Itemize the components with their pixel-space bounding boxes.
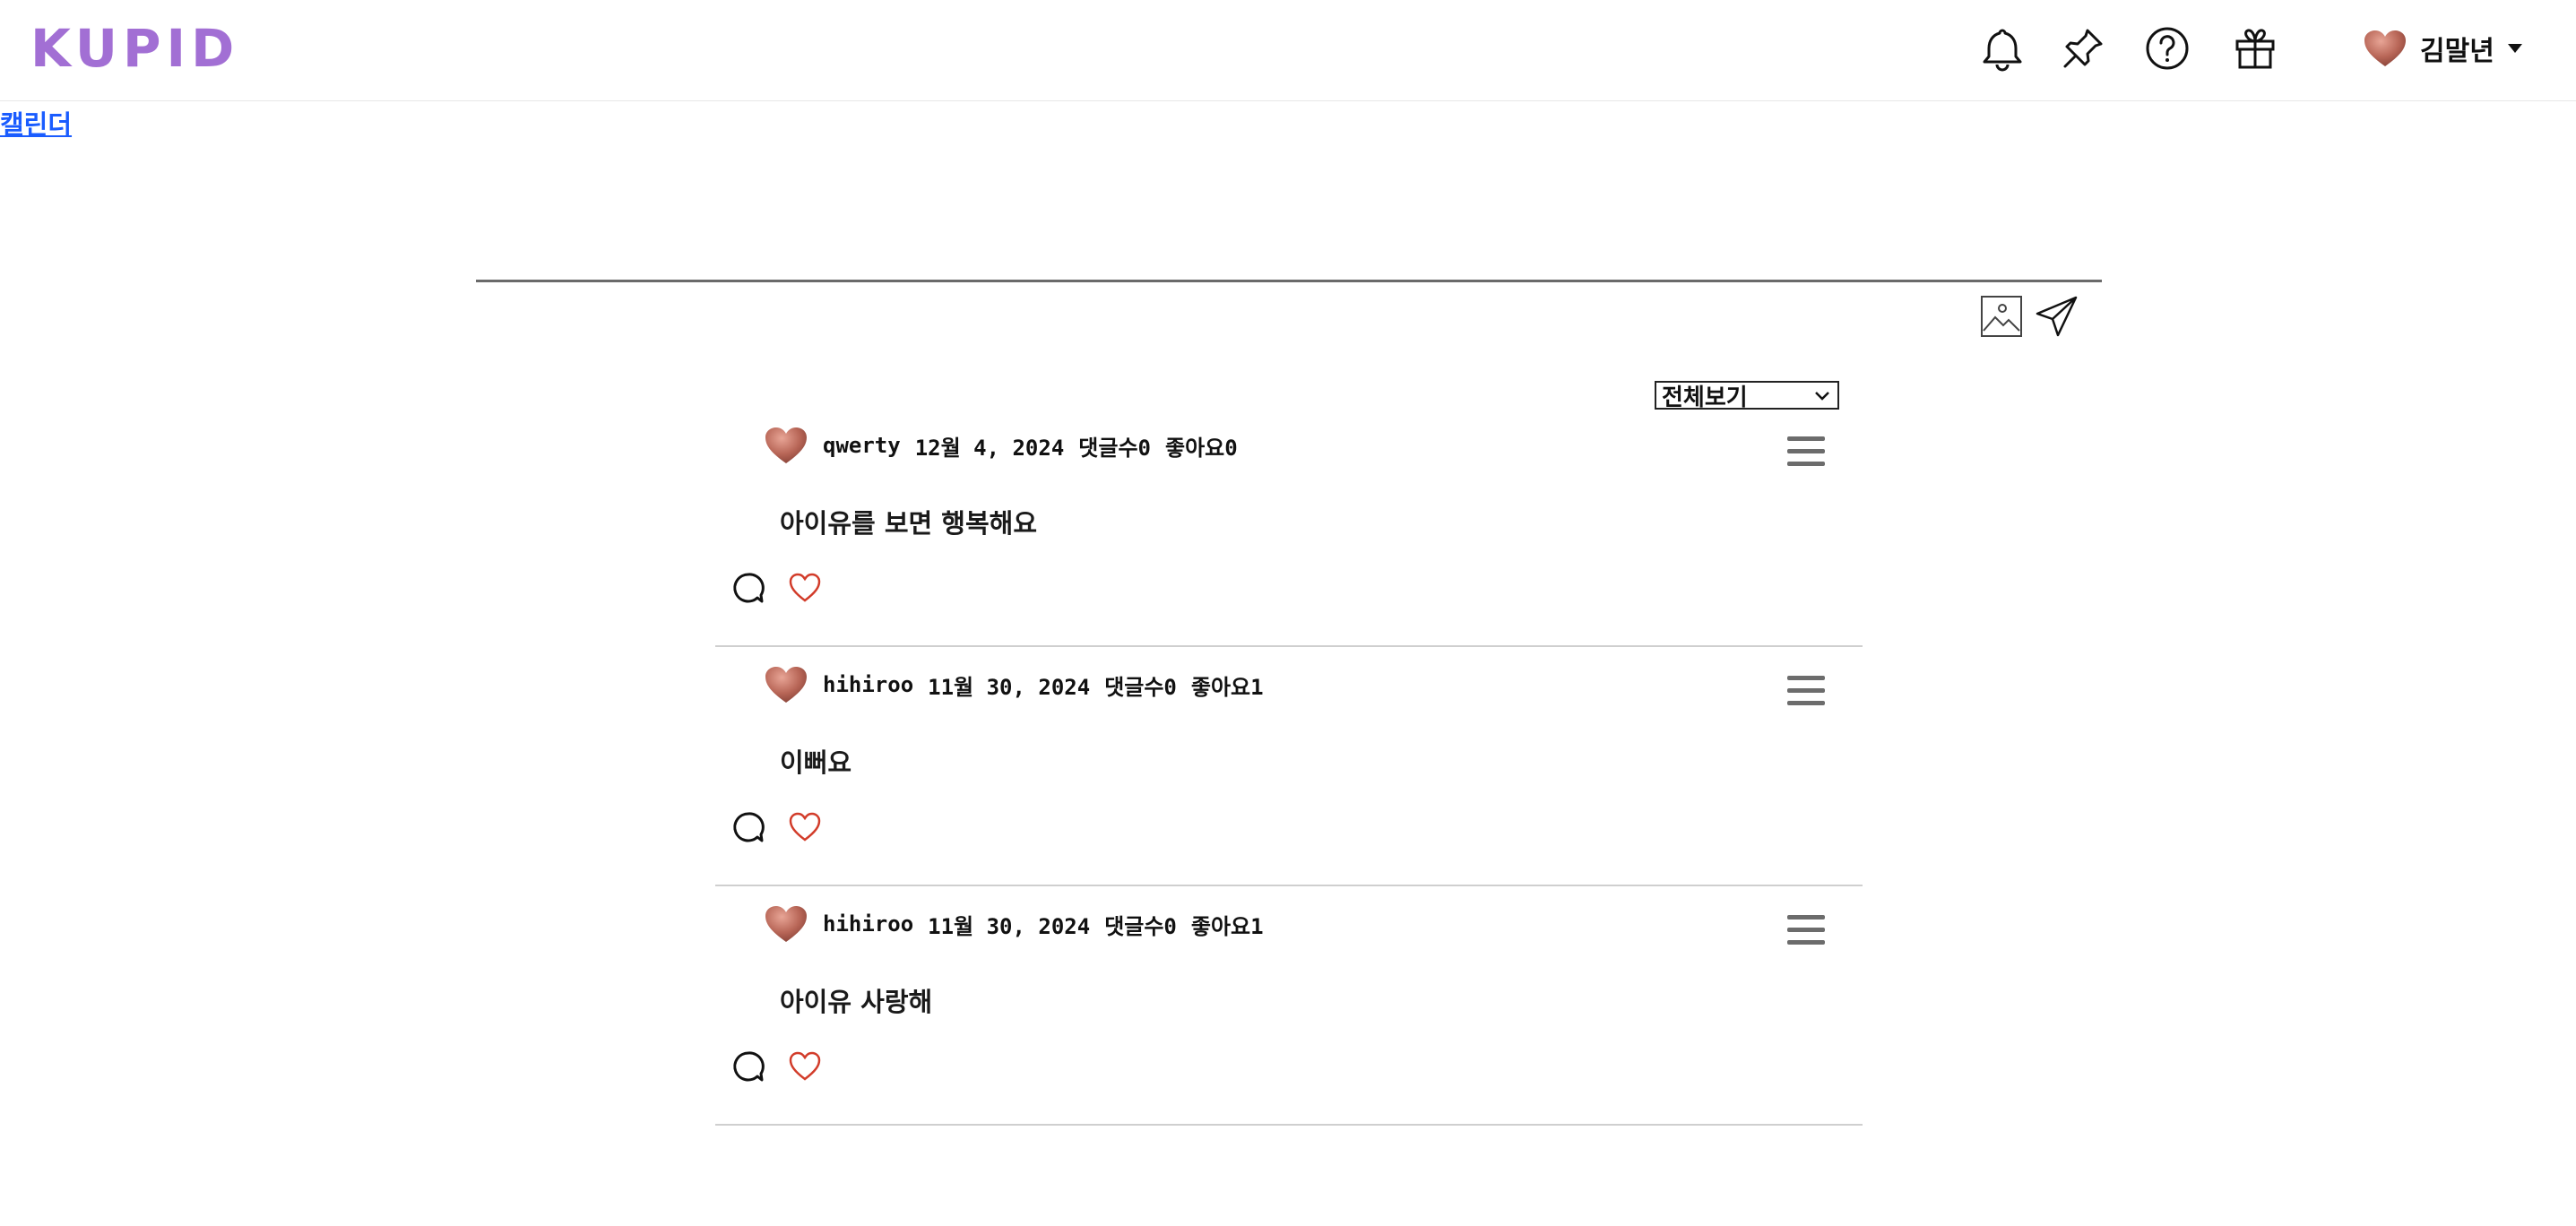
post-author[interactable]: hihiroo <box>823 672 913 697</box>
post-content: 아이유를 보면 행복해요 <box>780 508 1037 539</box>
compose-divider <box>476 280 2102 282</box>
comment-count: 댓글수0 <box>1078 435 1151 461</box>
heart-avatar <box>2364 30 2406 66</box>
post-author[interactable]: hihiroo <box>823 911 913 937</box>
like-count: 좋아요0 <box>1164 435 1238 461</box>
post-item: hihiroo 11월 30, 2024 댓글수0 좋아요1 이뻐요 <box>715 647 1863 886</box>
user-name: 김말년 <box>2420 36 2494 67</box>
bell-icon[interactable] <box>1977 23 2027 73</box>
comment-icon[interactable] <box>731 571 765 605</box>
heart-avatar <box>765 906 807 942</box>
comment-icon[interactable] <box>731 810 765 844</box>
post-date: 12월 4, 2024 <box>914 435 1065 461</box>
heart-icon[interactable] <box>789 573 821 603</box>
pin-icon[interactable] <box>2058 23 2108 73</box>
chevron-down-icon <box>1815 391 1829 401</box>
kupid-logo[interactable]: KUPID <box>30 18 239 79</box>
heart-avatar <box>765 427 807 463</box>
heart-icon[interactable] <box>789 812 821 842</box>
caret-down-icon <box>2507 44 2522 53</box>
help-icon[interactable] <box>2142 23 2192 73</box>
post-menu-icon[interactable] <box>1787 915 1825 945</box>
post-filter-select[interactable]: 전체보기 <box>1655 381 1839 411</box>
heart-icon[interactable] <box>789 1051 821 1082</box>
send-icon[interactable] <box>2035 294 2079 339</box>
image-icon[interactable] <box>1979 294 2024 339</box>
post-menu-icon[interactable] <box>1787 436 1825 467</box>
post-content: 아이유 사랑해 <box>780 987 933 1017</box>
post-meta: qwerty 12월 4, 2024 댓글수0 좋아요0 <box>764 426 1238 465</box>
post-meta: hihiroo 11월 30, 2024 댓글수0 좋아요1 <box>764 904 1264 944</box>
post-content: 이뻐요 <box>780 747 852 778</box>
post-item: qwerty 12월 4, 2024 댓글수0 좋아요0 아이유를 보면 행복해… <box>715 408 1863 647</box>
post-meta: hihiroo 11월 30, 2024 댓글수0 좋아요1 <box>764 665 1264 704</box>
comment-count: 댓글수0 <box>1104 913 1177 939</box>
like-count: 좋아요1 <box>1190 674 1264 700</box>
post-menu-icon[interactable] <box>1787 676 1825 706</box>
filter-selected: 전체보기 <box>1662 384 1748 411</box>
heart-avatar <box>765 667 807 703</box>
gift-icon[interactable] <box>2230 23 2280 73</box>
top-header: KUPID 김말년 <box>0 0 2576 101</box>
like-count: 좋아요1 <box>1190 913 1264 939</box>
post-date: 11월 30, 2024 <box>928 674 1091 700</box>
post-date: 11월 30, 2024 <box>928 913 1091 939</box>
user-menu[interactable]: 김말년 <box>2363 23 2523 73</box>
comment-icon[interactable] <box>731 1049 765 1084</box>
post-author[interactable]: qwerty <box>823 433 901 458</box>
comment-count: 댓글수0 <box>1104 674 1177 700</box>
post-item: hihiroo 11월 30, 2024 댓글수0 좋아요1 아이유 사랑해 <box>715 886 1863 1126</box>
calendar-link[interactable]: 캘린더 <box>0 104 72 142</box>
